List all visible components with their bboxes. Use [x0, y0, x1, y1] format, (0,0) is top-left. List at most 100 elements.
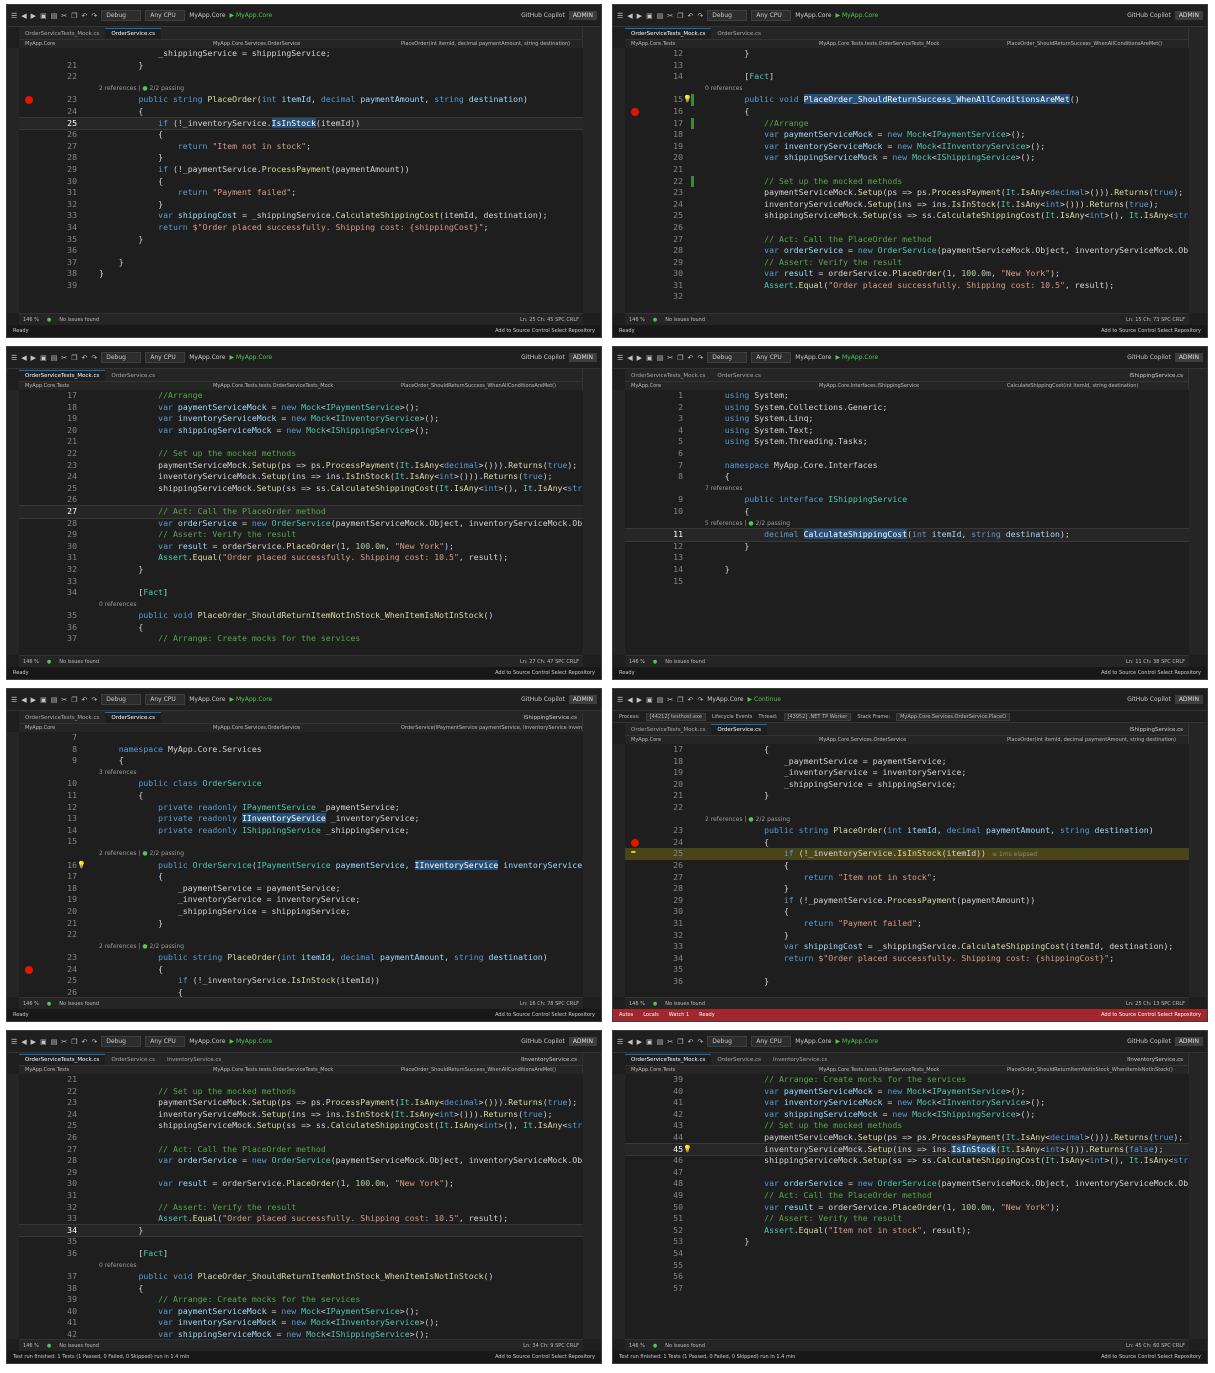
document-tab[interactable]: OrderService.cs	[105, 712, 161, 723]
copilot-button[interactable]: GitHub Copilot	[1127, 696, 1171, 703]
redo-icon[interactable]: ↷	[91, 696, 97, 704]
run-button[interactable]: ▶ MyApp.Core	[229, 696, 272, 703]
redo-icon[interactable]: ↷	[697, 12, 703, 20]
copy-icon[interactable]: ❐	[71, 12, 77, 20]
select-repository[interactable]: Select Repository	[1157, 1012, 1201, 1018]
document-tab[interactable]: OrderServiceTests_Mock.cs	[625, 28, 712, 39]
reference-count[interactable]: 0 references	[99, 601, 137, 608]
select-repository[interactable]: Select Repository	[1157, 1354, 1201, 1360]
undo-icon[interactable]: ↶	[687, 1038, 693, 1046]
run-button[interactable]: ▶ MyApp.Core	[835, 12, 878, 19]
zoom-level[interactable]: 146 %	[629, 317, 645, 323]
line-ending[interactable]: CRLF	[566, 317, 579, 323]
save-icon[interactable]: ▣	[40, 1038, 47, 1046]
member-dropdown[interactable]: PlaceOrder(int itemId, decimal paymentAm…	[1001, 737, 1189, 743]
issues-status[interactable]: No issues found	[59, 317, 99, 323]
document-tab[interactable]: OrderService.cs	[711, 724, 767, 735]
zoom-level[interactable]: 146 %	[23, 1001, 39, 1007]
line-ending[interactable]: CRLF	[566, 659, 579, 665]
config-dropdown[interactable]: Debug	[101, 352, 142, 363]
redo-icon[interactable]: ↷	[91, 354, 97, 362]
zoom-level[interactable]: 146 %	[23, 659, 39, 665]
copy-icon[interactable]: ❐	[71, 354, 77, 362]
reference-count[interactable]: 3 references	[99, 769, 137, 776]
test-passing-count[interactable]: 2/2 passing	[150, 85, 185, 92]
save-icon[interactable]: ▣	[646, 696, 653, 704]
config-dropdown[interactable]: Debug	[101, 1036, 142, 1047]
run-button[interactable]: ▶ MyApp.Core	[835, 354, 878, 361]
zoom-level[interactable]: 146 %	[23, 1343, 39, 1349]
project-dropdown[interactable]: MyApp.Core	[19, 725, 207, 731]
test-passing-count[interactable]: 2/2 passing	[756, 816, 791, 823]
run-button[interactable]: ▶ MyApp.Core	[229, 12, 272, 19]
menu-icon[interactable]: ☰	[11, 1038, 17, 1046]
code-editor[interactable]: 1 using System; 2 using System.Collection…	[625, 390, 1189, 655]
reference-count[interactable]: 5 references |	[705, 520, 748, 527]
cut-icon[interactable]: ✂	[61, 696, 67, 704]
copy-icon[interactable]: ❐	[71, 1038, 77, 1046]
issues-status[interactable]: No issues found	[665, 1001, 705, 1007]
reference-count[interactable]: 2 references |	[705, 816, 748, 823]
zoom-level[interactable]: 146 %	[23, 317, 39, 323]
stack-frame-dropdown[interactable]: MyApp.Core.Services.OrderService.PlaceO	[896, 712, 1011, 721]
type-dropdown[interactable]: MyApp.Core.Services.OrderService	[813, 737, 1001, 743]
document-tab[interactable]: OrderService.cs	[711, 29, 767, 39]
document-tab[interactable]: InventoryService.cs	[767, 1055, 833, 1065]
type-dropdown[interactable]: MyApp.Core.Interfaces.IShippingService	[813, 383, 1001, 389]
save-all-icon[interactable]: ▤	[657, 12, 664, 20]
type-dropdown[interactable]: MyApp.Core.Tests.tests.OrderServiceTests…	[207, 1067, 395, 1073]
add-to-source-control[interactable]: Add to Source Control	[495, 1354, 550, 1360]
copy-icon[interactable]: ❐	[71, 696, 77, 704]
back-icon[interactable]: ◀	[21, 696, 26, 704]
save-icon[interactable]: ▣	[646, 12, 653, 20]
copilot-button[interactable]: GitHub Copilot	[1127, 1038, 1171, 1045]
copy-icon[interactable]: ❐	[677, 12, 683, 20]
save-all-icon[interactable]: ▤	[657, 354, 664, 362]
member-dropdown[interactable]: PlaceOrder_ShouldReturnSuccess_WhenAllCo…	[1001, 41, 1189, 47]
config-dropdown[interactable]: Debug	[707, 352, 748, 363]
menu-icon[interactable]: ☰	[11, 354, 17, 362]
add-to-source-control[interactable]: Add to Source Control	[1101, 1354, 1156, 1360]
redo-icon[interactable]: ↷	[697, 354, 703, 362]
issues-status[interactable]: No issues found	[665, 317, 705, 323]
pinned-document-tab[interactable]: IShippingService.cs	[1123, 371, 1189, 381]
menu-icon[interactable]: ☰	[617, 12, 623, 20]
document-tab[interactable]: OrderService.cs	[105, 1055, 161, 1065]
forward-icon[interactable]: ▶	[31, 354, 36, 362]
document-tab[interactable]: OrderServiceTests_Mock.cs	[19, 713, 105, 723]
document-tab[interactable]: OrderServiceTests_Mock.cs	[625, 371, 711, 381]
project-dropdown[interactable]: MyApp.Core.Tests	[19, 383, 207, 389]
forward-icon[interactable]: ▶	[31, 1038, 36, 1046]
reference-count[interactable]: 0 references	[99, 1262, 137, 1269]
indent-mode[interactable]: SPC	[1161, 659, 1171, 665]
copilot-button[interactable]: GitHub Copilot	[1127, 354, 1171, 361]
issues-status[interactable]: No issues found	[59, 659, 99, 665]
platform-dropdown[interactable]: Any CPU	[145, 352, 186, 363]
indent-mode[interactable]: SPC	[1161, 317, 1171, 323]
select-repository[interactable]: Select Repository	[551, 1012, 595, 1018]
platform-dropdown[interactable]: Any CPU	[145, 694, 186, 705]
platform-dropdown[interactable]: Any CPU	[145, 1036, 186, 1047]
pinned-document-tab[interactable]: IShippingService.cs	[1123, 725, 1189, 735]
platform-dropdown[interactable]: Any CPU	[145, 10, 186, 21]
issues-status[interactable]: No issues found	[665, 659, 705, 665]
type-dropdown[interactable]: MyApp.Core.Tests.tests.OrderServiceTests…	[813, 41, 1001, 47]
copilot-button[interactable]: GitHub Copilot	[521, 696, 565, 703]
copy-icon[interactable]: ❐	[677, 354, 683, 362]
autos-tab[interactable]: Autos	[619, 1012, 633, 1018]
project-selector[interactable]: MyApp.Core	[189, 696, 225, 703]
project-dropdown[interactable]: MyApp.Core.Tests	[19, 1067, 207, 1073]
document-tab[interactable]: OrderService.cs	[711, 371, 767, 381]
redo-icon[interactable]: ↷	[91, 1038, 97, 1046]
issues-status[interactable]: No issues found	[59, 1001, 99, 1007]
cut-icon[interactable]: ✂	[61, 1038, 67, 1046]
select-repository[interactable]: Select Repository	[1157, 328, 1201, 334]
pinned-document-tab[interactable]: IShippingService.cs	[517, 713, 583, 723]
code-editor[interactable]: 17 //Arrange 18 var paymentServiceMock = …	[19, 390, 583, 655]
menu-icon[interactable]: ☰	[617, 696, 623, 704]
save-all-icon[interactable]: ▤	[657, 1038, 664, 1046]
redo-icon[interactable]: ↷	[697, 696, 703, 704]
run-button[interactable]: ▶ MyApp.Core	[229, 354, 272, 361]
save-all-icon[interactable]: ▤	[657, 696, 664, 704]
pinned-document-tab[interactable]: IInventoryService.cs	[1121, 1055, 1189, 1065]
